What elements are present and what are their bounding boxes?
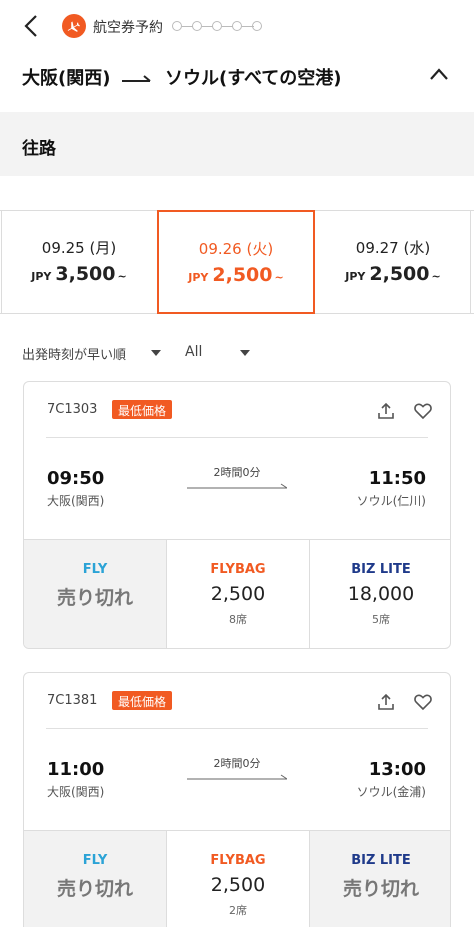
arrival-time: 11:50 xyxy=(368,468,426,489)
airplane-icon xyxy=(62,14,86,38)
fare-options: FLY 売り切れ FLYBAG 2,500 8席 BIZ LITE 18,000… xyxy=(24,539,450,648)
date-label: 09.25 (月) xyxy=(41,239,117,257)
departure-airport: 大阪(関西) xyxy=(47,785,105,799)
fare-options: FLY 売り切れ FLYBAG 2,500 2席 BIZ LITE 売り切れ xyxy=(24,830,450,927)
fare-class: BIZ LITE xyxy=(351,853,411,868)
arrival-time: 13:00 xyxy=(368,759,426,780)
share-icon[interactable] xyxy=(376,692,396,712)
fare-option-fly: FLY 売り切れ xyxy=(24,831,166,927)
fare-option-flybag[interactable]: FLYBAG 2,500 2席 xyxy=(167,831,309,927)
date-price: JPY 2,500 ~ xyxy=(188,264,284,286)
duration-arrow-icon xyxy=(187,483,287,489)
date-option-0927[interactable]: 09.27 (水) JPY 2,500 ~ xyxy=(316,211,470,313)
top-bar: 航空券予約 xyxy=(0,0,474,52)
departure-airport: 大阪(関西) xyxy=(47,494,105,508)
duration-arrow-icon xyxy=(187,774,287,780)
fare-option-flybag[interactable]: FLYBAG 2,500 8席 xyxy=(167,540,309,648)
share-icon[interactable] xyxy=(376,401,396,421)
step-dot xyxy=(192,21,202,31)
arrival-airport: ソウル(仁川) xyxy=(356,494,426,508)
destination-city: ソウル(すべての空港) xyxy=(165,68,342,89)
flight-card[interactable]: 7C1303 最低価格 09:50 大阪(関西) 2時間0分 11:50 ソウル… xyxy=(23,381,451,649)
date-label: 09.27 (水) xyxy=(355,239,431,257)
step-title: 航空券予約 xyxy=(93,20,163,36)
date-option-0926[interactable]: 09.26 (火) JPY 2,500 ~ xyxy=(157,210,315,314)
fare-class: BIZ LITE xyxy=(351,562,411,577)
fare-class: FLYBAG xyxy=(210,853,266,868)
fare-class: FLY xyxy=(82,853,108,868)
lowest-price-badge: 最低価格 xyxy=(112,400,173,419)
step-dot xyxy=(212,21,222,31)
outbound-section-header: 往路 xyxy=(0,112,474,176)
back-arrow-icon[interactable] xyxy=(18,12,46,40)
heart-icon[interactable] xyxy=(413,692,433,712)
flight-card[interactable]: 7C1381 最低価格 11:00 大阪(関西) 2時間0分 13:00 ソウル… xyxy=(23,672,451,927)
fare-class: FLY xyxy=(82,562,108,577)
fare-sold-out: 売り切れ xyxy=(56,587,133,609)
fare-option-biz-lite: BIZ LITE 売り切れ xyxy=(310,831,450,927)
filter-bar: 出発時刻が早い順 All xyxy=(0,340,474,366)
heart-icon[interactable] xyxy=(413,401,433,421)
arrival-airport: ソウル(金浦) xyxy=(356,785,426,799)
date-selector: 09.25 (月) JPY 3,500 ~ 09.26 (火) JPY 2,500 ~ … xyxy=(0,210,474,314)
seats-left: 8席 xyxy=(229,613,247,626)
route-summary[interactable]: 大阪(関西) ソウル(すべての空港) xyxy=(0,52,474,112)
date-option-0925[interactable]: 09.25 (月) JPY 3,500 ~ xyxy=(2,211,156,313)
departure-time: 09:50 xyxy=(47,468,105,489)
route-arrow-icon xyxy=(122,75,151,82)
lowest-price-badge: 最低価格 xyxy=(112,691,173,710)
step-dot xyxy=(172,21,182,31)
seats-left: 2席 xyxy=(229,904,247,917)
departure-time: 11:00 xyxy=(47,759,105,780)
caret-down-icon[interactable] xyxy=(240,350,250,356)
flight-number: 7C1303 xyxy=(47,402,98,417)
seats-left: 5席 xyxy=(372,613,390,626)
fare-sold-out: 売り切れ xyxy=(56,878,133,900)
fare-class: FLYBAG xyxy=(210,562,266,577)
caret-down-icon[interactable] xyxy=(151,350,161,356)
flight-duration: 2時間0分 xyxy=(213,757,261,770)
flight-number: 7C1381 xyxy=(47,693,98,708)
flight-duration: 2時間0分 xyxy=(213,466,261,479)
filter-dropdown[interactable]: All xyxy=(185,344,202,360)
section-title: 往路 xyxy=(22,139,56,159)
chevron-up-icon[interactable] xyxy=(428,66,450,82)
step-dot xyxy=(232,21,242,31)
fare-option-fly: FLY 売り切れ xyxy=(24,540,166,648)
fare-sold-out: 売り切れ xyxy=(342,878,419,900)
fare-price: 18,000 xyxy=(347,583,415,605)
origin-city: 大阪(関西) xyxy=(22,68,111,89)
date-price: JPY 2,500 ~ xyxy=(345,263,441,285)
date-price: JPY 3,500 ~ xyxy=(31,263,127,285)
sort-dropdown[interactable]: 出発時刻が早い順 xyxy=(22,344,126,363)
fare-option-biz-lite[interactable]: BIZ LITE 18,000 5席 xyxy=(310,540,450,648)
date-label: 09.26 (火) xyxy=(198,240,274,258)
fare-price: 2,500 xyxy=(210,874,266,896)
fare-price: 2,500 xyxy=(210,583,266,605)
